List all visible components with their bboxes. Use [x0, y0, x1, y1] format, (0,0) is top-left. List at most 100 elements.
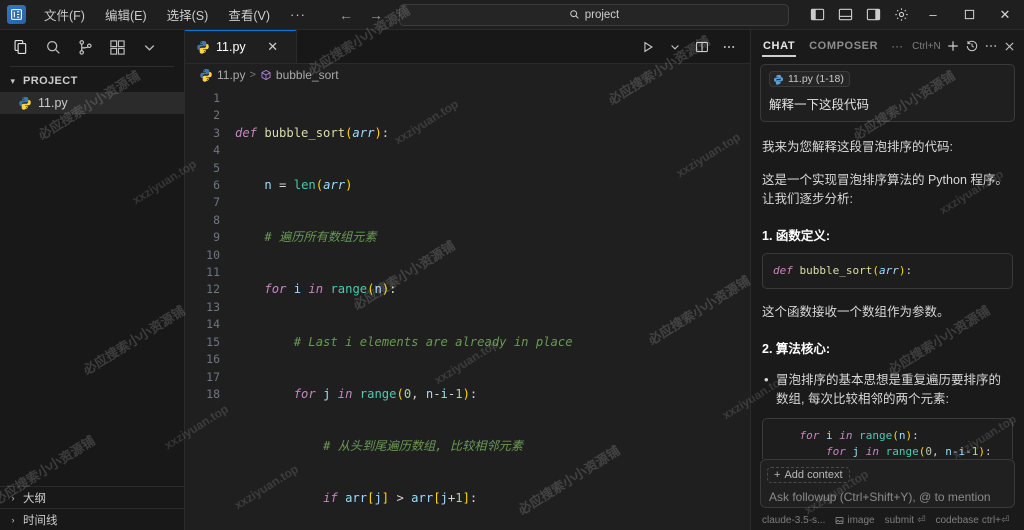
chevron-right-icon: › [6, 493, 20, 503]
sidebar-icon-row [0, 30, 184, 65]
code-lines[interactable]: def bubble_sort(arr): n = len(arr) # 遍历所… [229, 86, 750, 530]
chevron-down-icon: ▾ [6, 76, 20, 87]
source-control-icon[interactable] [70, 34, 100, 62]
close-icon[interactable] [1001, 35, 1018, 57]
chat-followup-input[interactable]: Ask followup (Ctrl+Shift+Y), @ to mentio… [767, 490, 1008, 504]
menu-file[interactable]: 文件(F) [34, 1, 95, 28]
split-editor-icon[interactable] [689, 34, 715, 60]
run-icon[interactable] [635, 34, 661, 60]
toggle-secondary-sidebar-icon[interactable] [860, 2, 886, 28]
line-number: 5 [185, 160, 229, 177]
chat-assistant-message: 我来为您解释这段冒泡排序的代码: 这是一个实现冒泡排序算法的 Python 程序… [760, 122, 1015, 460]
chat-input-box[interactable]: + Add context Ask followup (Ctrl+Shift+Y… [760, 459, 1015, 508]
menu-view[interactable]: 查看(V) [218, 1, 280, 28]
sidebar-section-timeline[interactable]: › 时间线 [0, 508, 184, 530]
window-maximize-button[interactable] [952, 1, 986, 29]
vscode-logo-icon [7, 5, 26, 24]
assistant-paragraph-1: 这是一个实现冒泡排序算法的 Python 程序。让我们逐步分析: [762, 171, 1013, 209]
extensions-icon[interactable] [102, 34, 132, 62]
window-close-button[interactable]: ✕ [988, 1, 1022, 29]
navigation-arrows: ← → [338, 7, 384, 23]
chat-context-chip-label: 11.py (1-18) [788, 73, 844, 85]
model-selector[interactable]: claude-3.5-s... [762, 515, 825, 526]
nav-back-icon[interactable]: ← [338, 7, 354, 23]
chevron-right-icon: › [6, 515, 20, 525]
assistant-code-block-1[interactable]: def bubble_sort(arr): [762, 253, 1013, 289]
line-number: 4 [185, 142, 229, 159]
code-editor[interactable]: 1 2 3 4 5 6 7 8 9 10 11 12 13 14 15 16 1 [185, 86, 750, 530]
window-minimize-button[interactable]: – [916, 1, 950, 29]
search-icon[interactable] [38, 34, 68, 62]
more-actions-icon[interactable] [716, 34, 742, 60]
explorer-section-project[interactable]: ▾ PROJECT [0, 70, 184, 92]
editor-actions [635, 30, 750, 63]
plus-icon[interactable] [945, 35, 962, 57]
menu-more-button[interactable]: ··· [280, 5, 316, 24]
python-file-icon [773, 74, 784, 85]
assistant-heading-2: 2. 算法核心: [762, 338, 1013, 357]
close-icon[interactable]: ✕ [266, 39, 280, 55]
titlebar-actions: – ✕ [804, 1, 1024, 29]
line-number: 14 [185, 316, 229, 333]
breadcrumb-symbol[interactable]: bubble_sort [276, 68, 339, 82]
workbench: ▾ PROJECT 11.py › 大纲 › 时间线 [0, 30, 1024, 530]
gear-icon[interactable] [888, 2, 914, 28]
assistant-bullet-1: 冒泡排序的基本思想是重复遍历要排序的数组, 每次比较相邻的两个元素: [762, 371, 1013, 409]
chat-user-message-text: 解释一下这段代码 [769, 97, 1006, 113]
line-number: 16 [185, 351, 229, 368]
line-number: 15 [185, 334, 229, 351]
file-item-11py[interactable]: 11.py [0, 92, 184, 114]
toggle-primary-sidebar-icon[interactable] [804, 2, 830, 28]
explorer-icon[interactable] [6, 34, 36, 62]
assistant-code-block-2[interactable]: for i in range(n): for j in range(0, n-i… [762, 418, 1013, 460]
line-number: 6 [185, 177, 229, 194]
image-icon [835, 516, 844, 525]
chevron-down-icon[interactable] [662, 34, 688, 60]
chat-messages[interactable]: 11.py (1-18) 解释一下这段代码 我来为您解释这段冒泡排序的代码: 这… [751, 62, 1024, 459]
code-line: def bubble_sort(arr): [229, 125, 750, 142]
submit-button[interactable]: submit ⏎ [885, 515, 926, 526]
chat-context-chip[interactable]: 11.py (1-18) [769, 71, 850, 87]
command-center: project [384, 4, 804, 26]
line-number: 10 [185, 247, 229, 264]
method-symbol-icon [260, 69, 272, 81]
more-actions-icon[interactable] [982, 35, 999, 57]
menu-bar: 文件(F) 编辑(E) 选择(S) 查看(V) ··· [34, 1, 316, 28]
chat-tabs-more-button[interactable]: ··· [886, 39, 908, 53]
assistant-paragraph-2: 这个函数接收一个数组作为参数。 [762, 303, 1013, 322]
assistant-intro: 我来为您解释这段冒泡排序的代码: [762, 138, 1013, 157]
codebase-button[interactable]: codebase ctrl+⏎ [935, 515, 1009, 526]
search-input[interactable]: project [399, 4, 789, 26]
line-number: 9 [185, 229, 229, 246]
breadcrumb: 11.py > bubble_sort [185, 64, 750, 86]
attach-image-button[interactable]: image [835, 515, 874, 526]
line-number: 1 [185, 90, 229, 107]
file-item-label: 11.py [38, 96, 68, 110]
nav-forward-icon[interactable]: → [368, 7, 384, 23]
menu-select[interactable]: 选择(S) [157, 1, 219, 28]
title-bar: 文件(F) 编辑(E) 选择(S) 查看(V) ··· ← → project [0, 0, 1024, 30]
menu-edit[interactable]: 编辑(E) [95, 1, 157, 28]
history-icon[interactable] [964, 35, 981, 57]
attach-image-label: image [847, 515, 874, 526]
tab-chat[interactable]: CHAT [757, 34, 801, 59]
assistant-heading-1: 1. 函数定义: [762, 225, 1013, 244]
code-line: for j in range(0, n-i-1): [229, 386, 750, 403]
line-number: 13 [185, 299, 229, 316]
line-number: 8 [185, 212, 229, 229]
sidebar-divider [10, 66, 174, 67]
search-input-value: project [585, 9, 620, 21]
add-context-button[interactable]: + Add context [767, 467, 850, 483]
python-file-icon [18, 96, 32, 110]
toggle-panel-icon[interactable] [832, 2, 858, 28]
chevron-down-icon[interactable] [134, 34, 164, 62]
tab-composer[interactable]: COMPOSER [803, 34, 884, 59]
editor-group: 11.py ✕ [185, 30, 750, 530]
line-number: 7 [185, 194, 229, 211]
breadcrumb-file[interactable]: 11.py [217, 68, 245, 82]
chat-panel: CHAT COMPOSER ··· Ctrl+N [750, 30, 1024, 530]
editor-tab-11py[interactable]: 11.py ✕ [185, 30, 297, 63]
chat-user-message: 11.py (1-18) 解释一下这段代码 [760, 64, 1015, 122]
sidebar-section-outline[interactable]: › 大纲 [0, 486, 184, 508]
line-number: 11 [185, 264, 229, 281]
